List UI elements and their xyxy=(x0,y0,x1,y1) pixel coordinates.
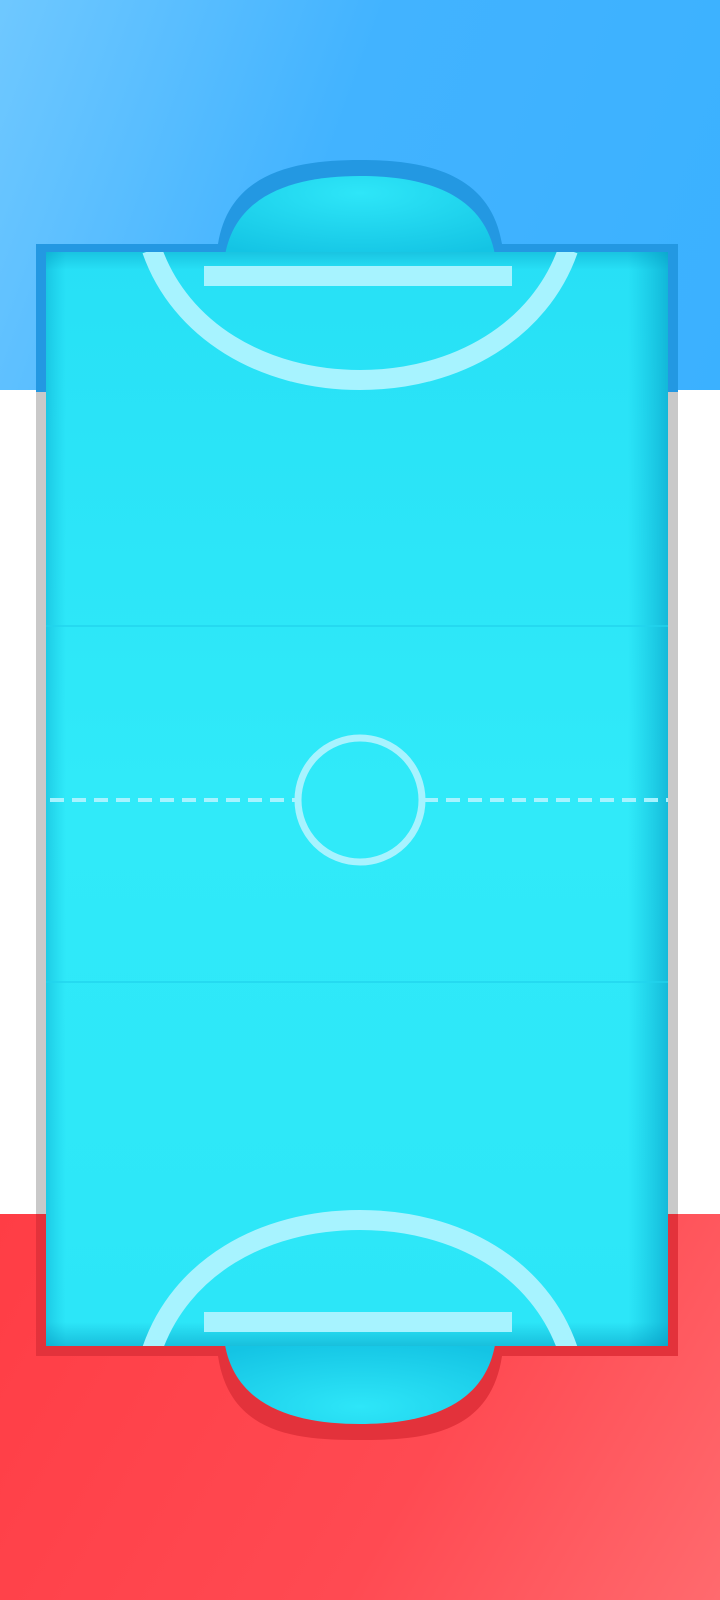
game-screen xyxy=(0,0,720,1600)
playing-field[interactable] xyxy=(46,250,668,1350)
bottom-goal-line xyxy=(204,1312,512,1332)
air-hockey-table[interactable] xyxy=(0,0,720,1600)
top-goal-line xyxy=(204,266,512,286)
